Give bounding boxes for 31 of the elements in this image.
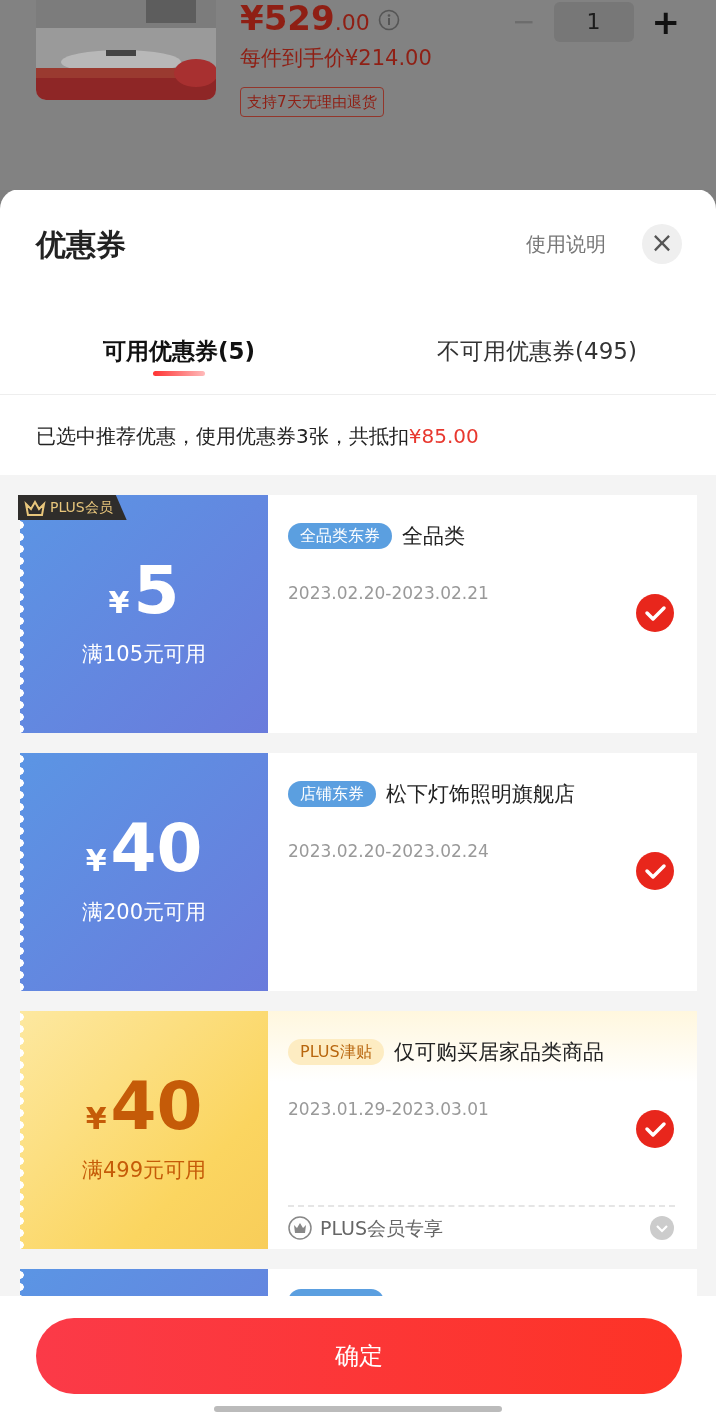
validity-dates: 2023.01.29-2023.03.01 [288, 1098, 490, 1121]
check-icon[interactable] [635, 1109, 675, 1149]
coupon-amount: ¥5 [108, 557, 180, 625]
quantity-field[interactable]: 1 [553, 2, 634, 42]
sheet-title: 优惠券 [36, 225, 126, 264]
info-icon [377, 8, 400, 31]
coupon-title: 店铺东券 松下灯饰照明旗舰店 [288, 777, 675, 811]
return-policy-tag: 支持7天无理由退货 [240, 86, 384, 117]
coupon-amount: ¥40 [85, 1073, 203, 1141]
tab[interactable]: 可用优惠券(5) [0, 299, 358, 394]
validity-dates: 2023.02.20-2023.02.21 [288, 582, 490, 605]
help-link[interactable]: 使用说明 [526, 229, 606, 259]
usage-condition: 满200元可用 [81, 898, 207, 926]
selection-summary: 已选中推荐优惠，使用优惠券3张，共抵扣¥85.00 [35, 423, 480, 450]
tab[interactable]: 不可用优惠券(495) [358, 299, 716, 394]
close-button[interactable]: × [642, 224, 682, 264]
per-item-price: 每件到手价¥214.00 [240, 45, 432, 72]
coupon-title: 全品类东券 全品类 [288, 519, 675, 553]
check-icon[interactable] [635, 851, 675, 891]
price: ¥529.00 [240, 0, 370, 39]
confirm-button[interactable]: 确定 [36, 1318, 682, 1394]
usage-condition: 满499元可用 [81, 1156, 207, 1184]
plus-button[interactable]: + [651, 0, 680, 48]
crown-icon [288, 1216, 312, 1240]
check-icon[interactable] [635, 593, 675, 633]
plus-member-badge: PLUS会员 [18, 495, 127, 520]
usage-condition: 满105元可用 [81, 640, 207, 668]
coupon-title: PLUS津贴 仅可购买居家品类商品 [288, 1035, 675, 1069]
validity-dates: 2023.02.20-2023.02.24 [288, 840, 490, 863]
footer-text: PLUS会员专享 [320, 1215, 444, 1241]
coupon-amount: ¥40 [85, 815, 203, 883]
